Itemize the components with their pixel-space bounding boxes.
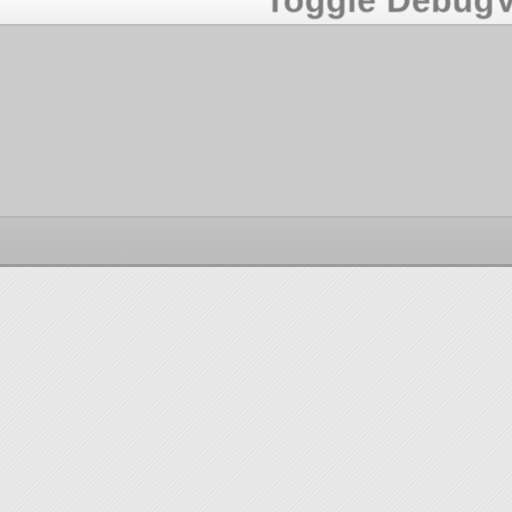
toolbar-area [0, 26, 512, 218]
content-area [0, 267, 512, 512]
menu-item-toggle-debug-view[interactable]: Toggle DebugV [265, 0, 512, 21]
menu-bar: Toggle DebugV [0, 0, 512, 26]
tab-strip [0, 218, 512, 267]
app-window: Toggle DebugV [0, 0, 512, 512]
